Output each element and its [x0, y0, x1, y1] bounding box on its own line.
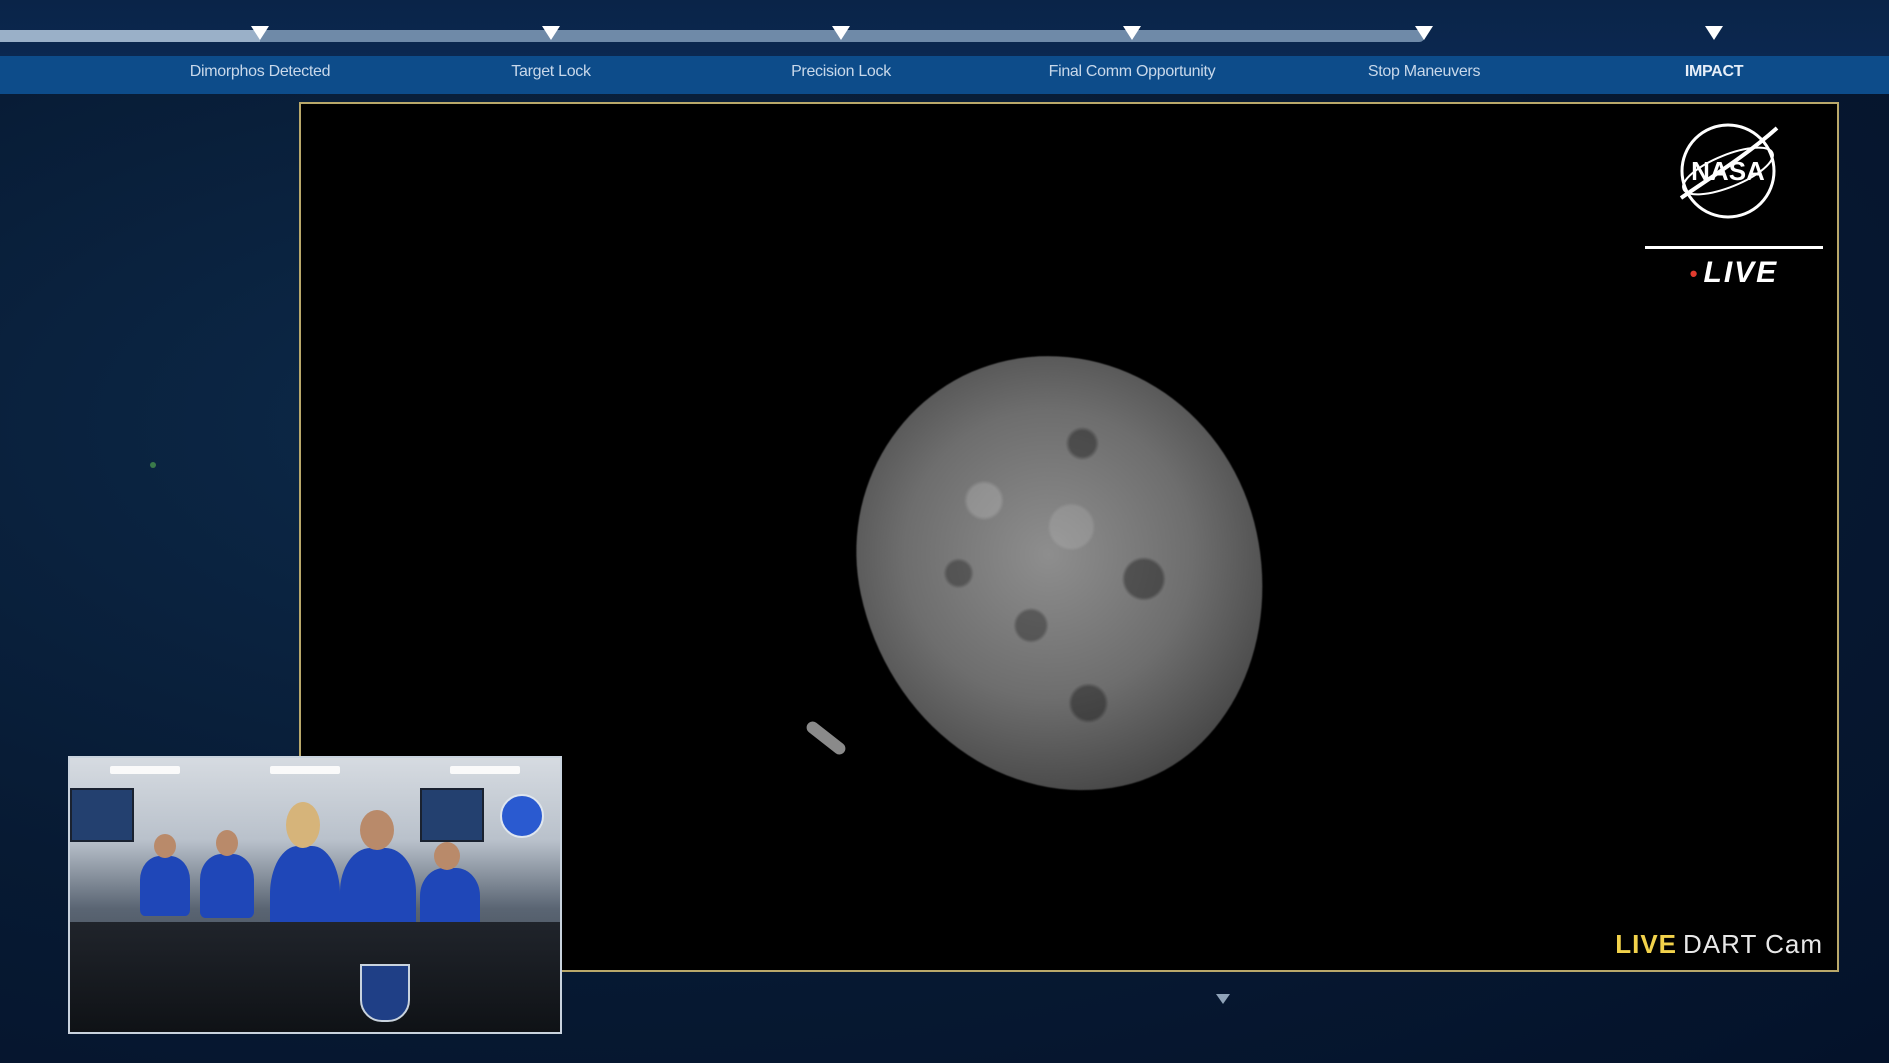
asteroid-dimorphos — [819, 317, 1303, 831]
live-badge-text: LIVE — [1703, 256, 1779, 289]
caption-live: LIVE — [1615, 929, 1678, 959]
milestone-label: Stop Maneuvers — [1367, 63, 1481, 80]
nasa-live-badge: NASA • LIVE — [1645, 110, 1823, 300]
team-member — [200, 854, 254, 918]
mission-control-inset — [68, 756, 562, 1034]
milestone-label: Target Lock — [511, 63, 591, 80]
milestone-marker-icon — [542, 26, 560, 40]
mission-timeline: Dimorphos Detected Target Lock Precision… — [0, 0, 1889, 94]
team-member-head — [360, 810, 394, 850]
nasa-logo-icon: NASA — [1679, 123, 1779, 219]
milestone-label: Dimorphos Detected — [189, 63, 331, 80]
ceiling-light — [270, 766, 340, 774]
stray-marker — [150, 462, 156, 468]
control-console — [70, 922, 560, 1032]
team-member-head — [434, 842, 460, 870]
milestone-marker-icon — [251, 26, 269, 40]
milestone-target-lock: Target Lock — [441, 0, 661, 94]
milestone-final-comm-opportunity: Final Comm Opportunity — [1022, 0, 1242, 94]
camera-caption: LIVE DART Cam — [1615, 929, 1823, 960]
milestone-label: Final Comm Opportunity — [1048, 63, 1216, 80]
milestone-precision-lock: Precision Lock — [731, 0, 951, 94]
milestone-marker-icon — [1415, 26, 1433, 40]
live-badge: • LIVE — [1645, 256, 1823, 290]
milestone-label: IMPACT — [1684, 63, 1744, 80]
milestone-label: Precision Lock — [791, 63, 891, 80]
milestone-dimorphos-detected: Dimorphos Detected — [150, 0, 370, 94]
apl-shield-icon — [360, 964, 410, 1022]
wall-screen — [420, 788, 484, 842]
nasa-logo-text: NASA — [1691, 156, 1765, 186]
ceiling-light — [110, 766, 180, 774]
milestone-marker-icon — [832, 26, 850, 40]
team-member-head — [154, 834, 176, 858]
ceiling-light — [450, 766, 520, 774]
milestone-marker-icon — [1705, 26, 1723, 40]
milestone-stop-maneuvers: Stop Maneuvers — [1314, 0, 1534, 94]
badge-divider — [1645, 246, 1823, 249]
nasa-wall-logo-icon — [500, 794, 544, 838]
wall-screen — [70, 788, 134, 842]
scroll-indicator-icon — [1216, 994, 1230, 1004]
live-dot-icon: • — [1689, 261, 1700, 287]
team-member-head — [216, 830, 238, 856]
team-member-head — [286, 802, 320, 848]
caption-camera-name: DART Cam — [1683, 929, 1823, 959]
milestone-marker-icon — [1123, 26, 1141, 40]
team-member — [140, 856, 190, 916]
asteroid-debris — [804, 719, 848, 757]
milestone-impact: IMPACT — [1604, 0, 1824, 94]
